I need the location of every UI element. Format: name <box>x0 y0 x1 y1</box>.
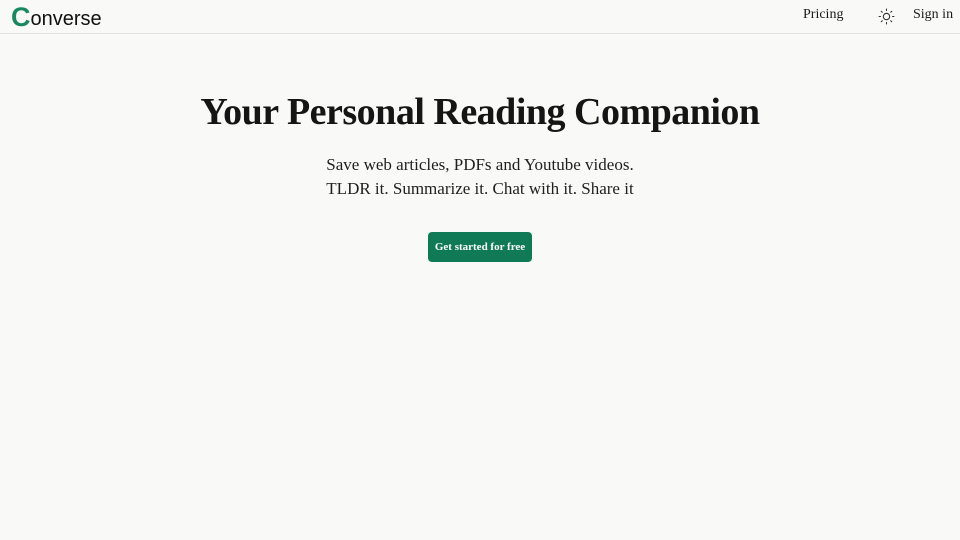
logo-text: onverse <box>30 8 102 30</box>
sign-in-link[interactable]: Sign in <box>913 7 953 23</box>
hero-subtitle-line-2: TLDR it. Summarize it. Chat with it. Sha… <box>326 179 634 198</box>
hero-subtitle-line-1: Save web articles, PDFs and Youtube vide… <box>326 155 634 174</box>
sun-icon <box>878 8 895 25</box>
get-started-button[interactable]: Get started for free <box>428 232 532 262</box>
hero-title: Your Personal Reading Companion <box>200 91 760 133</box>
theme-toggle-button[interactable] <box>878 8 895 25</box>
top-navbar: Converse Pricing Sign in <box>0 0 960 34</box>
logo[interactable]: Converse <box>11 3 102 31</box>
logo-initial: C <box>11 2 31 32</box>
pricing-link[interactable]: Pricing <box>803 7 843 23</box>
